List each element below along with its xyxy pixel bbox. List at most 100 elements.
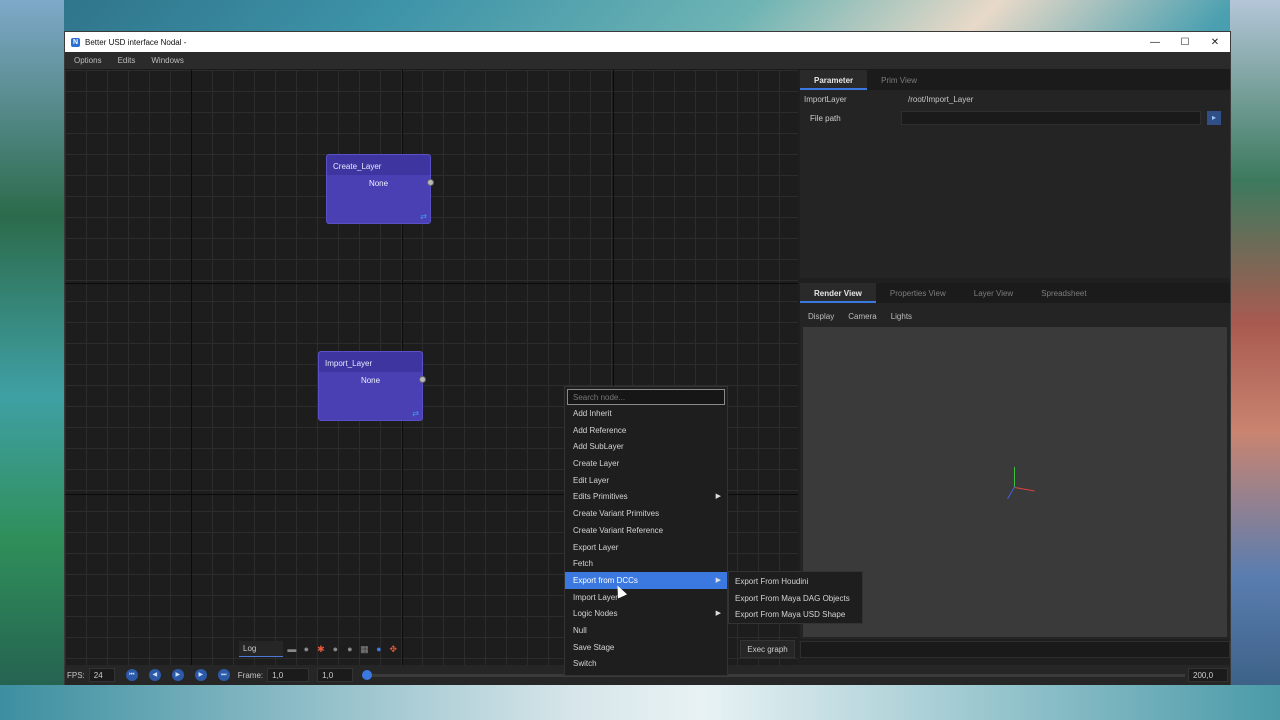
tab-properties-view[interactable]: Properties View (876, 283, 960, 303)
next-frame-icon[interactable]: ▶ (194, 669, 207, 681)
first-frame-icon[interactable]: ⏮ (125, 669, 138, 681)
menu-edits[interactable]: Edits (118, 56, 136, 65)
node-title: Import_Layer (319, 352, 422, 372)
export-dcc-submenu: Export From Houdini Export From Maya DAG… (728, 571, 863, 624)
circle-icon[interactable]: ● (330, 643, 341, 655)
menu-item-logic-nodes[interactable]: Logic Nodes ▶ (565, 605, 727, 622)
desktop-wallpaper-left (0, 0, 64, 720)
menu-item-export-maya-usd-shape[interactable]: Export From Maya USD Shape (729, 606, 862, 623)
menu-item-export-maya-dag[interactable]: Export From Maya DAG Objects (729, 590, 862, 607)
previous-frame-icon[interactable]: ◀ (148, 669, 161, 681)
frame-label: Frame: (237, 670, 264, 680)
bug-icon[interactable]: ✱ (315, 643, 326, 655)
render-viewport[interactable] (803, 327, 1227, 637)
log-tab[interactable]: Log (239, 641, 284, 657)
submenu-arrow-icon: ▶ (715, 610, 721, 618)
menu-item-null[interactable]: Null (565, 622, 727, 639)
tab-prim-view[interactable]: Prim View (867, 70, 931, 90)
render-tabs: Render View Properties View Layer View S… (800, 283, 1230, 303)
grid-major-line (191, 70, 192, 665)
record-icon[interactable]: ● (301, 643, 312, 655)
menu-item-edit-layer[interactable]: Edit Layer (565, 472, 727, 489)
y-axis-gizmo (1014, 467, 1015, 487)
menu-windows[interactable]: Windows (151, 56, 183, 65)
app-logo-icon: N (71, 37, 80, 47)
menu-item-create-variant-primitives[interactable]: Create Variant Primitves (565, 505, 727, 522)
menu-item-create-layer[interactable]: Create Layer (565, 455, 727, 472)
menu-item-edits-primitives[interactable]: Edits Primitives ▶ (565, 488, 727, 505)
parameter-tabs: Parameter Prim View (800, 70, 1230, 90)
menu-item-export-from-dccs[interactable]: Export from DCCs ▶ (565, 571, 727, 589)
tab-spreadsheet[interactable]: Spreadsheet (1027, 283, 1100, 303)
node-info-row: ImportLayer /root/Import_Layer (800, 90, 1230, 104)
menu-item-switch[interactable]: Switch (565, 655, 727, 672)
close-button[interactable]: ✕ (1200, 32, 1230, 52)
maximize-button[interactable]: ☐ (1170, 32, 1200, 52)
output-port[interactable] (419, 376, 426, 383)
menu-item-import-layer[interactable]: Import Layer (565, 589, 727, 606)
command-input[interactable] (800, 641, 1230, 658)
window-controls: — ☐ ✕ (1140, 32, 1230, 52)
subtab-camera[interactable]: Camera (848, 312, 876, 321)
last-frame-icon[interactable]: ⏭ (217, 669, 230, 681)
window-title: Better USD interface Nodal - (85, 37, 187, 47)
exec-graph-button[interactable]: Exec graph (740, 640, 795, 658)
submenu-arrow-icon: ▶ (715, 576, 721, 584)
tab-render-view[interactable]: Render View (800, 283, 876, 303)
grid-icon[interactable]: ▦ (359, 643, 370, 655)
fps-input[interactable]: 24 (88, 668, 115, 682)
search-node-input[interactable]: Search node... (567, 389, 725, 405)
tab-layer-view[interactable]: Layer View (960, 283, 1027, 303)
node-path: /root/Import_Layer (908, 95, 974, 104)
menu-item-add-reference[interactable]: Add Reference (565, 422, 727, 439)
file-path-input[interactable] (901, 111, 1201, 125)
x-axis-gizmo (1014, 487, 1035, 492)
parameter-panel: Parameter Prim View ImportLayer /root/Im… (800, 70, 1230, 278)
menu-item-label: Edits Primitives (573, 492, 628, 502)
z-axis-gizmo (1007, 486, 1015, 500)
blue-dot-icon[interactable]: ● (373, 643, 384, 655)
subtab-lights[interactable]: Lights (891, 312, 912, 321)
subtab-display[interactable]: Display (808, 312, 834, 321)
start-frame-input[interactable]: 1,0 (317, 668, 354, 682)
menu-item-add-inherit[interactable]: Add Inherit (565, 405, 727, 422)
menu-options[interactable]: Options (74, 56, 102, 65)
timeline-slider[interactable] (365, 674, 1185, 677)
minimize-button[interactable]: — (1140, 32, 1170, 52)
graph-toolbar: Log ▬ ● ✱ ● ● ▦ ● ✥ (239, 641, 399, 657)
desktop-wallpaper-right (1230, 0, 1280, 720)
menu-item-fetch[interactable]: Fetch (565, 555, 727, 572)
node-value: None (360, 376, 381, 385)
frame-input[interactable]: 1,0 (267, 668, 310, 682)
dot-icon[interactable]: ● (344, 643, 355, 655)
menu-item-export-houdini[interactable]: Export From Houdini (729, 573, 862, 590)
file-path-row: File path ▸ (800, 111, 1230, 125)
title-bar: N Better USD interface Nodal - — ☐ ✕ (65, 32, 1230, 52)
timeline-handle[interactable] (362, 670, 372, 680)
menu-item-create-variant-reference[interactable]: Create Variant Reference (565, 522, 727, 539)
node-create-layer[interactable]: Create_Layer None ⇄ (326, 154, 434, 224)
menu-item-label: Logic Nodes (573, 609, 618, 619)
minus-icon[interactable]: ▬ (286, 643, 297, 655)
link-icon: ⇄ (412, 409, 419, 418)
menu-item-save-stage[interactable]: Save Stage (565, 639, 727, 656)
render-subtabs: Display Camera Lights (800, 307, 1230, 325)
node-context-menu: Search node... Add Inherit Add Reference… (564, 386, 728, 676)
node-type-label: ImportLayer (804, 95, 847, 104)
node-import-layer[interactable]: Import_Layer None ⇄ (318, 351, 426, 421)
browse-file-button[interactable]: ▸ (1207, 111, 1221, 125)
move-icon[interactable]: ✥ (388, 643, 399, 655)
render-panel: Render View Properties View Layer View S… (800, 283, 1230, 639)
play-icon[interactable]: ▶ (171, 669, 184, 681)
end-frame-input[interactable]: 200,0 (1188, 668, 1228, 682)
menu-item-add-sublayer[interactable]: Add SubLayer (565, 438, 727, 455)
link-icon: ⇄ (420, 212, 427, 221)
menu-bar: Options Edits Windows (65, 52, 1230, 70)
output-port[interactable] (427, 179, 434, 186)
grid-major-line (65, 283, 798, 284)
submenu-arrow-icon: ▶ (715, 493, 721, 501)
menu-item-export-layer[interactable]: Export Layer (565, 539, 727, 556)
tab-parameter[interactable]: Parameter (800, 70, 868, 90)
node-value: None (368, 179, 389, 188)
node-title: Create_Layer (327, 155, 430, 175)
